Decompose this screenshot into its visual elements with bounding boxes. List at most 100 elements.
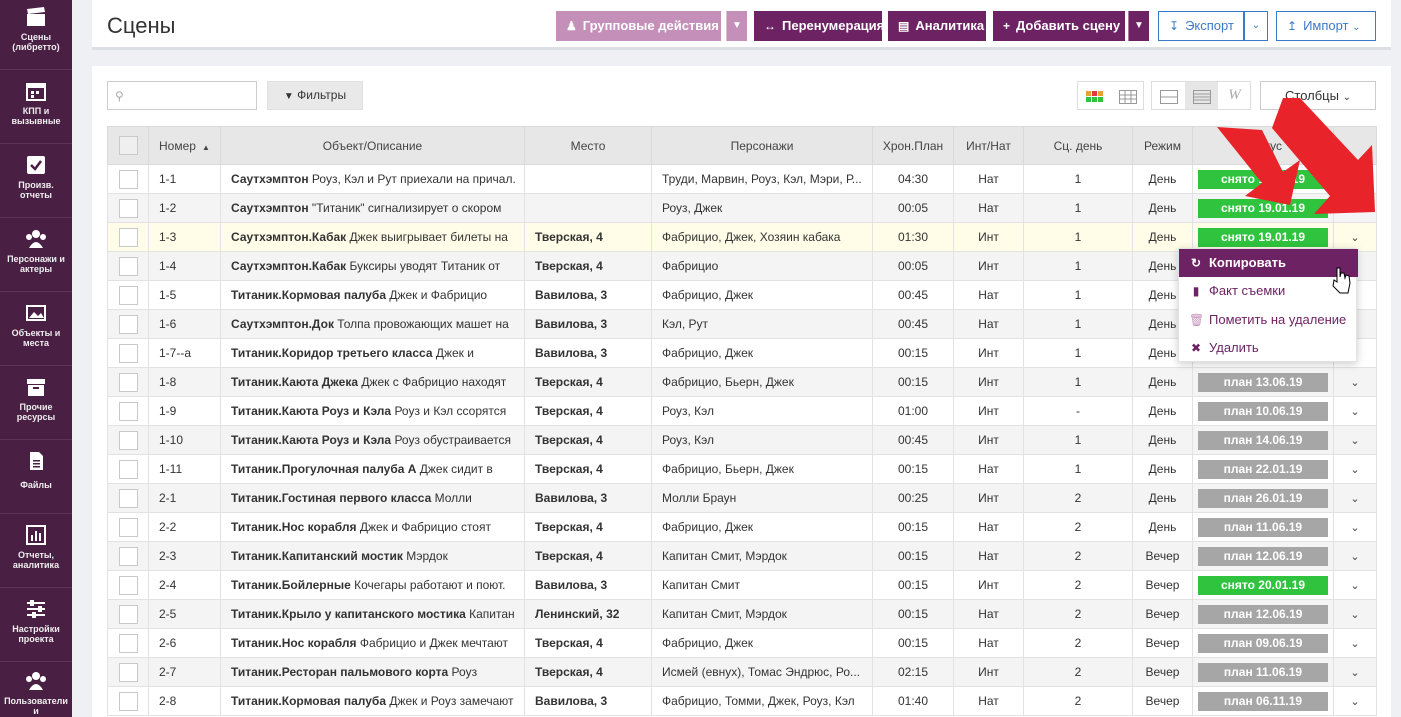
search-input[interactable]: ⚲ (107, 81, 257, 110)
table-row[interactable]: 1-2 Саутхэмптон "Титаник" сигнализирует о… (107, 193, 1377, 223)
row-checkbox[interactable] (118, 314, 138, 334)
col-place[interactable]: Место (524, 126, 652, 165)
row-checkbox[interactable] (118, 169, 138, 189)
col-object[interactable]: Объект/Описание (220, 126, 525, 165)
filters-button[interactable]: ▼ Фильтры (267, 81, 363, 110)
sidebar-item-analytics[interactable]: Отчеты, аналитика (0, 514, 72, 588)
menu-mark-delete[interactable]: 🗑 Пометить на удаление (1179, 306, 1358, 334)
add-scene-dropdown[interactable]: ▼ (1128, 11, 1149, 41)
row-select-cell[interactable] (107, 512, 149, 542)
table-row[interactable]: 2-2 Титаник.Нос корабля Джек и Фабрицио с… (107, 512, 1377, 542)
row-select-cell[interactable] (107, 599, 149, 629)
chevron-down-icon[interactable]: ⌄ (1350, 522, 1359, 534)
row-select-cell[interactable] (107, 280, 149, 310)
row-select-cell[interactable] (107, 425, 149, 455)
search-field[interactable] (130, 85, 250, 105)
export-button[interactable]: ↧ Экспорт (1158, 11, 1244, 41)
row-actions-cell[interactable]: ⌄ (1333, 483, 1377, 513)
export-dropdown[interactable]: ⌄ (1244, 11, 1268, 41)
table-row[interactable]: 2-3 Титаник.Капитанский мостик Мэрдок Твер… (107, 541, 1377, 571)
chevron-down-icon[interactable]: ⌄ (1350, 232, 1359, 244)
col-mode[interactable]: Режим (1132, 126, 1193, 165)
row-select-cell[interactable] (107, 686, 149, 716)
sidebar-item-reports[interactable]: Произв. отчеты (0, 144, 72, 218)
row-select-cell[interactable] (107, 541, 149, 571)
row-select-cell[interactable] (107, 628, 149, 658)
row-select-cell[interactable] (107, 338, 149, 368)
chevron-down-icon[interactable]: ⌄ (1350, 435, 1359, 447)
row-checkbox[interactable] (118, 459, 138, 479)
renumber-button[interactable]: ↔ Перенумерация (754, 11, 884, 41)
row-select-cell[interactable] (107, 483, 149, 513)
table-row[interactable]: 1-11 Титаник.Прогулочная палуба А Джек си… (107, 454, 1377, 484)
row-select-cell[interactable] (107, 164, 149, 194)
chevron-down-icon[interactable]: ⌄ (1350, 551, 1359, 563)
col-day[interactable]: Сц. день (1023, 126, 1133, 165)
chevron-down-icon[interactable]: ⌄ (1350, 667, 1359, 679)
row-checkbox[interactable] (118, 488, 138, 508)
sidebar-item-files[interactable]: Файлы (0, 440, 72, 514)
analytics-button[interactable]: ▤ Аналитика (888, 11, 986, 41)
chevron-down-icon[interactable]: ⌄ (1350, 174, 1359, 186)
row-select-cell[interactable] (107, 251, 149, 281)
table-row[interactable]: 2-7 Титаник.Ресторан пальмового корта Роу… (107, 657, 1377, 687)
chevron-down-icon[interactable]: ⌄ (1350, 609, 1359, 621)
sidebar-item-settings[interactable]: Настройки проекта (0, 588, 72, 662)
row-checkbox[interactable] (118, 372, 138, 392)
row-checkbox[interactable] (118, 285, 138, 305)
group-actions-button[interactable]: ♟ Групповые действия (556, 11, 721, 41)
chevron-down-icon[interactable]: ⌄ (1350, 580, 1359, 592)
chevron-down-icon[interactable]: ⌄ (1350, 406, 1359, 418)
chevron-down-icon[interactable]: ⌄ (1350, 464, 1359, 476)
row-checkbox[interactable] (118, 198, 138, 218)
row-checkbox[interactable] (118, 575, 138, 595)
row-select-cell[interactable] (107, 193, 149, 223)
color-grid-view-button[interactable] (1078, 82, 1111, 109)
col-intnat[interactable]: Инт/Нат (953, 126, 1024, 165)
chevron-down-icon[interactable]: ⌄ (1350, 493, 1359, 505)
col-characters[interactable]: Персонажи (651, 126, 873, 165)
row-checkbox[interactable] (118, 633, 138, 653)
menu-shooting-fact[interactable]: ▮ Факт съемки (1179, 277, 1358, 305)
table-row[interactable]: 1-9 Титаник.Каюта Роуз и Кэла Роуз и Кэл … (107, 396, 1377, 426)
row-select-cell[interactable] (107, 570, 149, 600)
sidebar-item-objects[interactable]: Объекты и места (0, 292, 72, 366)
chevron-down-icon[interactable]: ⌄ (1350, 638, 1359, 650)
row-checkbox[interactable] (118, 343, 138, 363)
row-checkbox[interactable] (118, 662, 138, 682)
row-checkbox[interactable] (118, 430, 138, 450)
row-actions-cell[interactable]: ⌄ (1333, 367, 1377, 397)
menu-delete[interactable]: ✖ Удалить (1179, 334, 1358, 362)
menu-copy[interactable]: ↻ Копировать (1179, 249, 1358, 277)
sidebar-item-users[interactable]: Пользователи и (0, 662, 72, 717)
row-select-cell[interactable] (107, 454, 149, 484)
row-actions-cell[interactable]: ⌄ (1333, 686, 1377, 716)
row-actions-cell[interactable]: ⌄ (1333, 541, 1377, 571)
table-row[interactable]: 1-1 Саутхэмптон Роуз, Кэл и Рут приехали … (107, 164, 1377, 194)
select-all-cell[interactable] (107, 126, 149, 165)
row-checkbox[interactable] (118, 546, 138, 566)
list-view-button[interactable] (1185, 82, 1218, 109)
row-actions-cell[interactable]: ⌄ (1333, 164, 1377, 194)
row-actions-cell[interactable]: ⌄ (1333, 570, 1377, 600)
table-row[interactable]: 2-4 Титаник.Бойлерные Кочегары работают и… (107, 570, 1377, 600)
col-number[interactable]: Номер ▲ (148, 126, 221, 165)
row-select-cell[interactable] (107, 657, 149, 687)
table-row[interactable]: 1-8 Титаник.Каюта Джека Джек с Фабрицио н… (107, 367, 1377, 397)
sidebar-item-characters[interactable]: Персонажи и актеры (0, 218, 72, 292)
row-checkbox[interactable] (118, 401, 138, 421)
columns-button[interactable]: Столбцы ⌄ (1260, 81, 1376, 110)
chevron-down-icon[interactable]: ⌄ (1350, 203, 1359, 215)
row-checkbox[interactable] (118, 517, 138, 537)
group-actions-dropdown[interactable]: ▼ (726, 11, 747, 41)
row-actions-cell[interactable]: ⌄ (1333, 628, 1377, 658)
row-checkbox[interactable] (118, 691, 138, 711)
table-row[interactable]: 2-5 Титаник.Крыло у капитанского мостика … (107, 599, 1377, 629)
row-actions-cell[interactable]: ⌄ (1333, 512, 1377, 542)
col-status[interactable]: Статус (1192, 126, 1334, 165)
row-checkbox[interactable] (118, 256, 138, 276)
table-row[interactable]: 2-1 Титаник.Гостиная первого класса Молли… (107, 483, 1377, 513)
row-actions-cell[interactable]: ⌄ (1333, 193, 1377, 223)
row-select-cell[interactable] (107, 396, 149, 426)
table-view-button[interactable] (1111, 82, 1144, 109)
